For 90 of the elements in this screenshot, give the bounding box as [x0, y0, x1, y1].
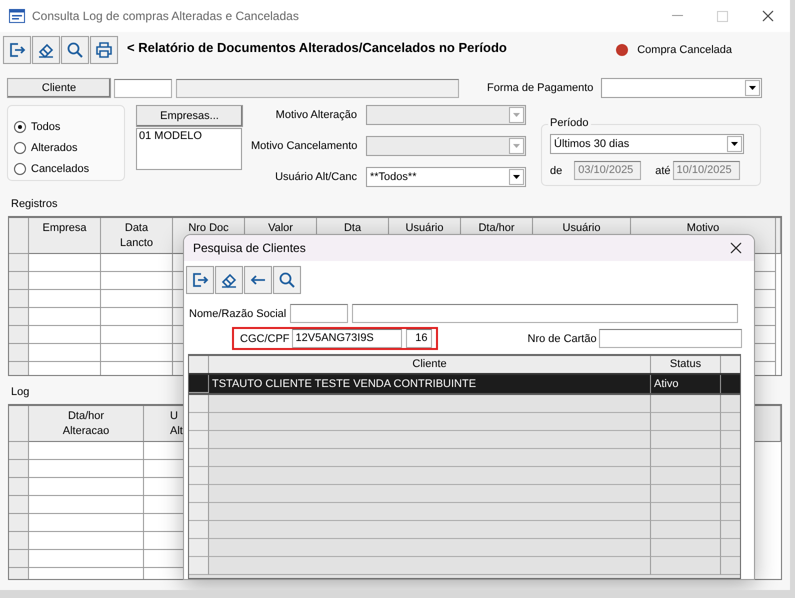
table-cell	[29, 290, 101, 308]
table-cell	[651, 467, 721, 485]
table-cell	[29, 344, 101, 362]
cliente-code-field[interactable]	[114, 78, 172, 98]
table-cell	[29, 272, 101, 290]
eraser-icon	[37, 41, 55, 59]
exit-icon	[191, 271, 209, 289]
table-cell	[651, 431, 721, 449]
row-header	[9, 290, 29, 308]
search-icon	[66, 41, 84, 59]
report-title: < Relatório de Documentos Alterados/Cancelados no Período	[127, 40, 507, 54]
table-cell: TSTAUTO CLIENTE TESTE VENDA CONTRIBUINTE	[209, 375, 651, 393]
back-button[interactable]	[244, 266, 272, 294]
input-field[interactable]	[598, 329, 742, 348]
cliente-name-field[interactable]	[176, 78, 459, 98]
row-header	[9, 326, 29, 344]
empresas-button[interactable]: Empresas...	[136, 105, 243, 127]
corner-cell	[9, 406, 29, 442]
field-label: de	[550, 164, 562, 176]
row-header	[9, 532, 29, 550]
exit-button[interactable]	[186, 266, 214, 294]
corner-cell	[9, 218, 29, 254]
input-field[interactable]	[290, 304, 348, 323]
window-title: Consulta Log de compras Alteradas e Canceladas	[32, 9, 299, 23]
column-header: Dta/hor Alteracao	[29, 406, 144, 442]
table-cell	[29, 326, 101, 344]
input-field[interactable]: 16	[406, 329, 432, 348]
radio-option[interactable]: Cancelados	[14, 161, 124, 177]
field-label: Motivo Alteração	[274, 109, 357, 122]
section-label: Registros	[10, 198, 58, 211]
exit-button[interactable]	[3, 36, 31, 64]
eraser-icon	[220, 271, 238, 289]
table-cell	[651, 521, 721, 539]
row-header	[9, 460, 29, 478]
close-icon[interactable]	[730, 242, 742, 254]
eraser-button[interactable]	[215, 266, 243, 294]
table-cell	[651, 503, 721, 521]
table-cell	[29, 308, 101, 326]
row-header	[9, 362, 29, 375]
row-header	[9, 344, 29, 362]
row-header	[9, 272, 29, 290]
field-label: Usuário Alt/Canc	[274, 170, 357, 183]
dropdown[interactable]: **Todos**	[366, 166, 526, 187]
header-filler	[776, 218, 781, 254]
field-label: até	[655, 164, 671, 176]
column-header: Empresa	[29, 218, 101, 254]
list-item[interactable]: 01 MODELO	[139, 130, 239, 142]
row-header	[9, 496, 29, 514]
print-button[interactable]	[90, 36, 118, 64]
column-header: Status	[651, 356, 721, 373]
cliente-button[interactable]: Cliente	[7, 78, 111, 98]
table-cell	[651, 395, 721, 413]
group-title: Período	[548, 117, 591, 129]
field-label: Motivo Cancelamento	[251, 140, 357, 152]
table-cell	[29, 254, 101, 272]
search-button[interactable]	[273, 266, 301, 294]
app-icon	[9, 9, 25, 23]
exit-icon	[8, 41, 26, 59]
field-label: Nome/Razão Social	[189, 308, 286, 320]
table-cell	[651, 413, 721, 431]
payment-dropdown[interactable]	[601, 78, 762, 98]
table-cell	[651, 449, 721, 467]
table-row[interactable]: TSTAUTO CLIENTE TESTE VENDA CONTRIBUINTE Ativo	[189, 375, 740, 395]
row-header	[9, 478, 29, 496]
field-label: CGC/CPF	[240, 332, 290, 344]
column-header: Cliente	[209, 356, 651, 373]
radio-option[interactable]: Todos	[14, 119, 124, 135]
minimize-icon[interactable]	[672, 15, 683, 17]
table-cell	[651, 557, 721, 575]
period-dropdown[interactable]: Últimos 30 dias	[550, 134, 744, 154]
column-header: Data Lancto	[101, 218, 173, 254]
row-header	[9, 308, 29, 326]
input-field[interactable]	[352, 304, 738, 323]
row-header	[9, 442, 29, 460]
close-icon[interactable]	[762, 10, 774, 22]
table-cell: Ativo	[651, 375, 721, 393]
table-cell	[651, 485, 721, 503]
printer-icon	[95, 41, 113, 59]
legend-label: Compra Cancelada	[637, 44, 732, 56]
input-field[interactable]: 12V5ANG73I9S	[292, 329, 402, 348]
search-button[interactable]	[61, 36, 89, 64]
field-label: Nro de Cartão	[528, 332, 597, 344]
row-header	[9, 514, 29, 532]
radio-option[interactable]: Alterados	[14, 140, 124, 156]
section-label: Log	[10, 386, 30, 399]
search-icon	[278, 271, 296, 289]
table-cell	[651, 539, 721, 557]
eraser-button[interactable]	[32, 36, 60, 64]
field-label: Forma de Pagamento	[487, 82, 594, 94]
row-header	[9, 254, 29, 272]
